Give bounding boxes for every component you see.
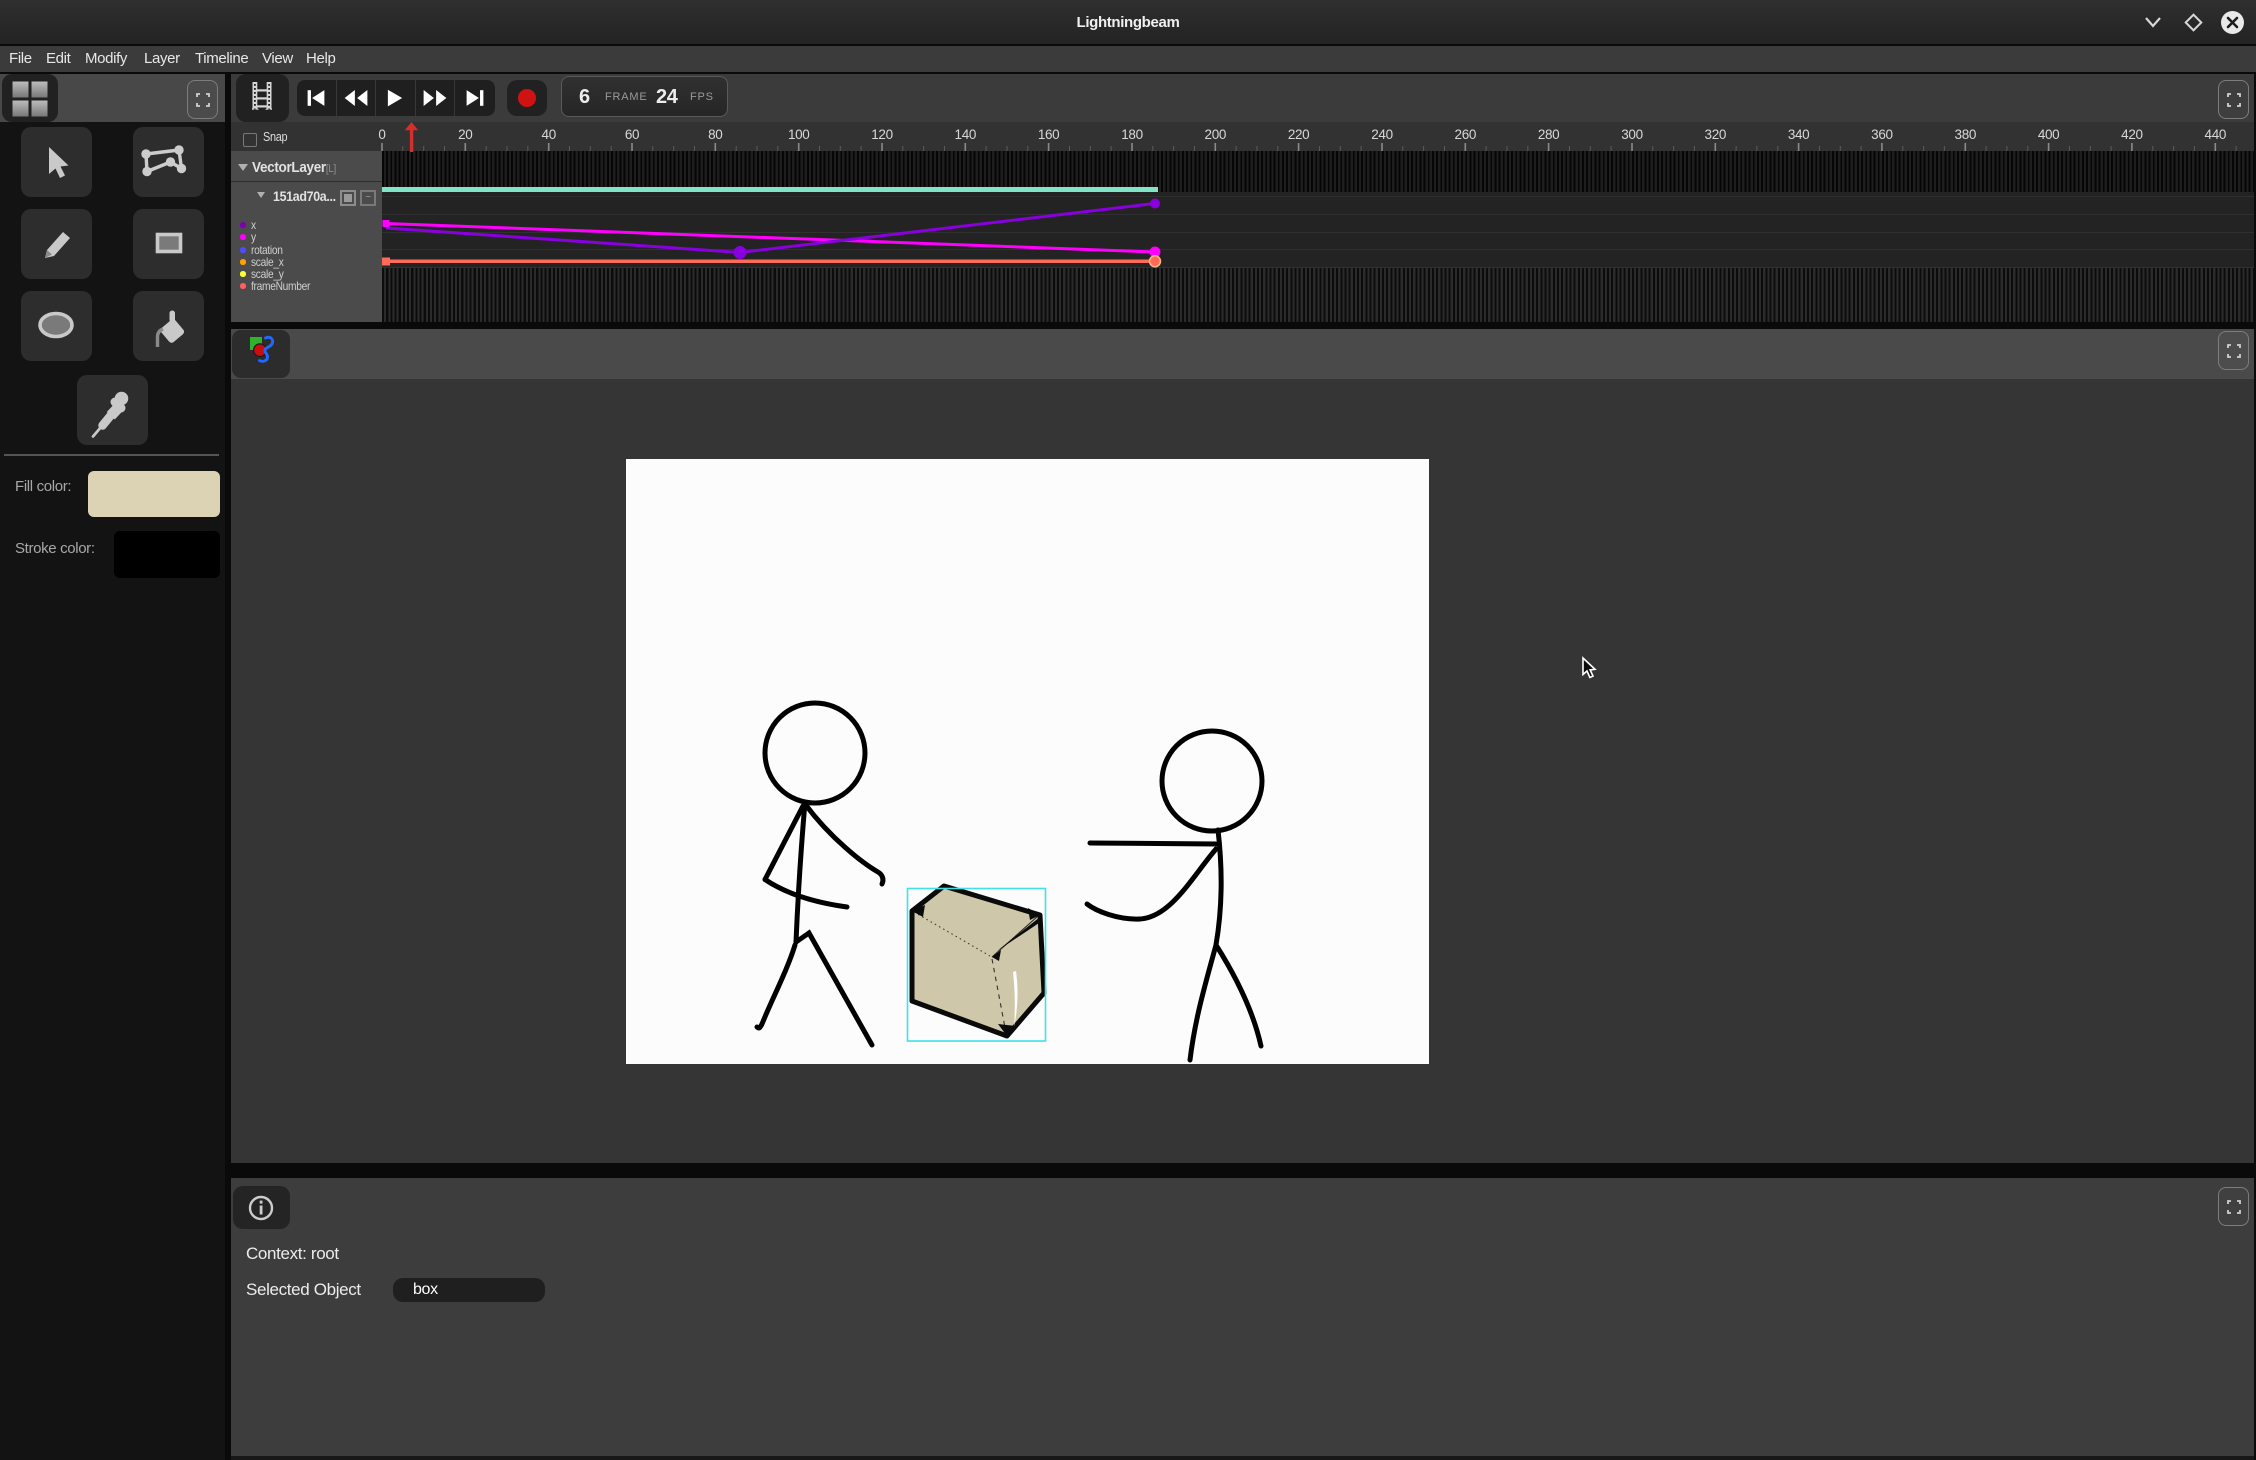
- svg-text:260: 260: [1455, 127, 1476, 142]
- svg-text:120: 120: [871, 127, 892, 142]
- svg-text:320: 320: [1705, 127, 1726, 142]
- svg-text:60: 60: [625, 127, 639, 142]
- svg-text:300: 300: [1621, 127, 1642, 142]
- svg-text:40: 40: [542, 127, 556, 142]
- svg-text:340: 340: [1788, 127, 1809, 142]
- svg-text:240: 240: [1371, 127, 1392, 142]
- svg-text:360: 360: [1871, 127, 1892, 142]
- svg-text:160: 160: [1038, 127, 1059, 142]
- svg-text:200: 200: [1205, 127, 1226, 142]
- svg-text:140: 140: [955, 127, 976, 142]
- svg-text:380: 380: [1955, 127, 1976, 142]
- svg-text:220: 220: [1288, 127, 1309, 142]
- svg-text:100: 100: [788, 127, 809, 142]
- svg-text:400: 400: [2038, 127, 2059, 142]
- svg-text:420: 420: [2121, 127, 2142, 142]
- svg-text:440: 440: [2205, 127, 2226, 142]
- svg-text:80: 80: [708, 127, 722, 142]
- svg-text:20: 20: [458, 127, 472, 142]
- svg-text:180: 180: [1121, 127, 1142, 142]
- svg-text:280: 280: [1538, 127, 1559, 142]
- svg-text:0: 0: [378, 127, 385, 142]
